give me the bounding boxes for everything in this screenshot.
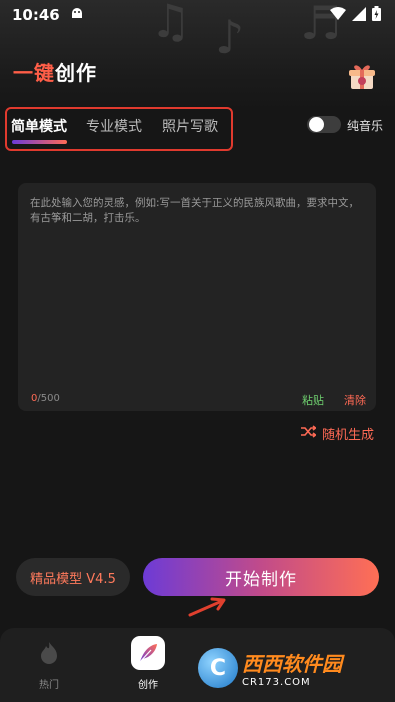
tab-simple-mode[interactable]: 简单模式 [11,116,67,136]
tab-pro-mode[interactable]: 专业模式 [86,116,142,136]
watermark-subtitle: CR173.COM [242,677,311,688]
shuffle-icon [301,425,317,442]
gift-icon[interactable] [347,62,377,92]
page-title: 一键创作 [13,57,97,86]
feather-icon [131,636,165,670]
page-title-rest: 创作 [55,61,97,85]
model-selector-button[interactable]: 精品模型 V4.5 [16,558,130,596]
nav-item-create[interactable]: 创作 [118,636,178,691]
watermark-title: 西西软件园 [242,652,342,676]
flame-icon [32,636,66,670]
battery-icon [372,5,381,25]
paste-button[interactable]: 粘贴 [302,392,324,408]
arrow-annotation-icon [186,596,230,622]
toggle-knob [309,117,324,132]
random-generate-button[interactable]: 随机生成 [301,424,374,443]
android-icon [70,6,84,24]
page-title-accent: 一键 [13,61,55,85]
textarea-placeholder: 在此处输入您的灵感，例如:写一首关于正义的民族风歌曲，要求中文，有古筝和二胡，打… [30,197,360,224]
signal-icon [352,6,366,25]
nav-item-hot[interactable]: 热门 [19,636,79,691]
start-create-button[interactable]: 开始制作 [143,558,379,596]
active-tab-indicator [12,140,67,144]
status-time: 10:46 [12,6,60,24]
wifi-icon [330,6,346,25]
watermark-c-icon: C [198,648,238,688]
nav-label-hot: 热门 [39,680,59,691]
random-generate-label: 随机生成 [322,428,375,443]
tab-photo-song[interactable]: 照片写歌 [162,116,218,136]
counter-max: /500 [37,393,60,404]
pure-music-label: 纯音乐 [347,119,384,133]
watermark-logo: C 西西软件园 CR173.COM [198,646,388,690]
clear-button[interactable]: 清除 [344,392,366,408]
character-counter: 0/500 [31,393,60,404]
nav-label-create: 创作 [138,680,158,691]
status-bar: 10:46 [0,0,395,30]
